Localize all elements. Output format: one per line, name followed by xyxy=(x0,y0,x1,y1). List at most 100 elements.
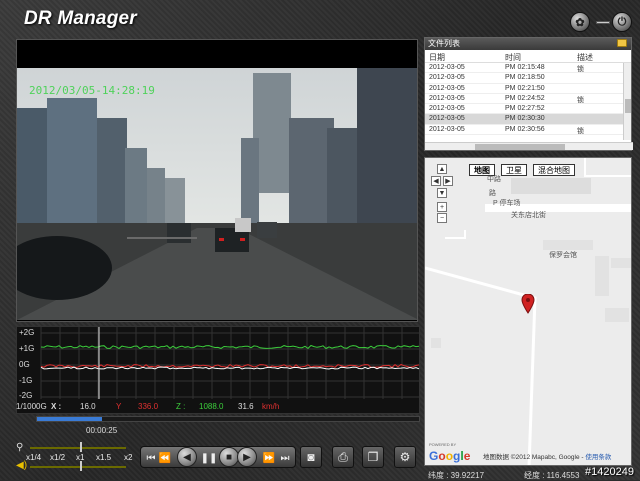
file-list-hscroll[interactable] xyxy=(425,142,633,150)
file-row[interactable]: 2012-03-05 PM 02:15:48 锁 xyxy=(425,63,631,74)
playback-timeline[interactable] xyxy=(36,416,420,422)
file-cell-time: PM 02:30:56 xyxy=(505,125,545,133)
file-cell-desc: 锁 xyxy=(577,127,584,135)
print-icon[interactable]: ⎙ xyxy=(332,446,354,468)
google-logo[interactable]: Google xyxy=(429,449,470,463)
video-frame xyxy=(17,68,417,320)
pan-right-icon[interactable]: ▶ xyxy=(443,176,453,186)
video-timestamp: 2012/03/05-14:28:19 xyxy=(29,84,155,97)
snapshot-camera-icon[interactable]: ◙ xyxy=(300,446,322,468)
file-cell-date: 2012-03-05 xyxy=(429,94,465,102)
file-cell-date: 2012-03-05 xyxy=(429,105,465,113)
settings-gear-icon[interactable]: ⚙ xyxy=(394,446,416,468)
gsensor-graph[interactable]: +2G +1G 0G -1G -2G xyxy=(16,326,421,414)
sensor-readout: 1/1000G X : 16.0 Y 336.0 Z : 1088.0 31.6… xyxy=(16,402,420,414)
speed-1x[interactable]: x1 xyxy=(76,453,84,462)
terms-link[interactable]: 使用条款 xyxy=(585,454,611,461)
map-type-tabs: 地图 卫星 混合地图 xyxy=(469,164,575,176)
file-cell-date: 2012-03-05 xyxy=(429,125,465,133)
y-value: 336.0 xyxy=(138,402,159,411)
zoom-in-icon[interactable]: + xyxy=(437,202,447,212)
column-date[interactable]: 日期 xyxy=(429,52,445,63)
graph-label-minus2g: -2G xyxy=(19,391,33,400)
z-label: Z : xyxy=(176,402,186,411)
map-road-label: 关东店北街 xyxy=(511,212,546,219)
file-cell-time: PM 02:21:50 xyxy=(505,84,545,92)
file-row[interactable]: 2012-03-05 PM 02:27:52 xyxy=(425,104,631,115)
graph-label-minus1g: -1G xyxy=(19,376,33,385)
bicycle-icon: ⚲ xyxy=(16,442,24,453)
app-window: DR Manager ✿ ⏻ 2012/03/05-14:28:19 +2G +… xyxy=(0,0,640,480)
power-icon[interactable]: ⏻ xyxy=(612,12,632,32)
file-row[interactable]: 2012-03-05 PM 02:24:52 锁 xyxy=(425,94,631,105)
app-title: DR Manager xyxy=(24,8,137,29)
transport-bar: ⏮ ⏪ ◀ ❚❚ ■ ▶ ⏩ ⏭ xyxy=(140,446,296,468)
map-panel[interactable]: 地图 卫星 混合地图 ▲ ◀ ▶ ▼ + − 中路 路 P 停车场 关东店北街 … xyxy=(424,157,632,466)
file-cell-time: PM 02:30:30 xyxy=(505,115,545,123)
column-desc[interactable]: 描述 xyxy=(577,52,593,63)
tab-satellite[interactable]: 卫星 xyxy=(501,164,527,176)
file-list-panel: 文件列表 日期 时间 描述 2012-03-05 PM 02:15:48 锁 2012… xyxy=(424,37,633,151)
location-pin-icon[interactable] xyxy=(521,294,535,314)
open-folder-icon[interactable] xyxy=(617,39,627,47)
speed-2x[interactable]: x2 xyxy=(124,453,132,462)
copyright-text: 地图数据 ©2012 Mapabc, Google - xyxy=(483,454,584,461)
map-road-label-v2: 路 xyxy=(489,190,496,197)
column-time[interactable]: 时间 xyxy=(505,52,521,63)
copy-icon[interactable]: ❐ xyxy=(362,446,384,468)
step-back-icon[interactable]: ◀ xyxy=(177,447,197,467)
skip-first-icon[interactable]: ⏮ xyxy=(145,450,157,466)
powered-by-label: POWERED BY xyxy=(429,442,457,447)
map-copyright: 地图数据 ©2012 Mapabc, Google - 使用条款 xyxy=(483,451,611,461)
file-row[interactable]: 2012-03-05 PM 02:30:30 xyxy=(425,114,631,125)
zoom-out-icon[interactable]: − xyxy=(437,213,447,223)
scale-label: 1/1000G xyxy=(16,402,47,411)
volume-slider[interactable] xyxy=(30,466,126,468)
file-list-header: 文件列表 xyxy=(425,38,631,50)
minimize-button[interactable] xyxy=(596,21,610,24)
file-cell-date: 2012-03-05 xyxy=(429,84,465,92)
z-value: 1088.0 xyxy=(199,402,224,411)
next-icon[interactable]: ⏩ xyxy=(263,450,275,466)
pause-icon[interactable]: ❚❚ xyxy=(201,450,218,466)
volume-slider-handle[interactable] xyxy=(80,461,82,471)
file-list-vscroll[interactable] xyxy=(623,63,631,140)
file-cell-date: 2012-03-05 xyxy=(429,64,465,71)
file-cell-time: PM 02:24:52 xyxy=(505,94,545,102)
file-cell-time: PM 02:18:50 xyxy=(505,74,545,82)
play-icon[interactable]: ▶ xyxy=(237,447,257,467)
video-player[interactable]: 2012/03/05-14:28:19 xyxy=(16,39,418,322)
y-label: Y xyxy=(116,402,122,411)
file-cell-time: PM 02:15:48 xyxy=(505,64,545,71)
graph-label-0g: 0G xyxy=(19,360,30,369)
settings-globe-icon[interactable]: ✿ xyxy=(570,12,590,32)
speed-quarter[interactable]: x1/4 xyxy=(26,453,41,462)
timeline-progress xyxy=(37,417,102,421)
latitude-readout: 纬度 : 39.92217 xyxy=(428,471,485,480)
x-value: 16.0 xyxy=(80,402,96,411)
file-row[interactable]: 2012-03-05 PM 02:18:50 xyxy=(425,73,631,84)
pan-up-icon[interactable]: ▲ xyxy=(437,164,447,174)
file-row[interactable]: 2012-03-05 PM 02:30:56 锁 xyxy=(425,125,631,136)
file-list-title: 文件列表 xyxy=(428,39,460,48)
stop-icon[interactable]: ■ xyxy=(219,447,239,467)
file-cell-date: 2012-03-05 xyxy=(429,74,465,82)
speed-slider-handle[interactable] xyxy=(80,442,82,452)
pan-down-icon[interactable]: ▼ xyxy=(437,188,447,198)
file-row[interactable]: 2012-03-05 PM 02:21:50 xyxy=(425,84,631,94)
longitude-readout: 经度 : 116.4553 xyxy=(524,471,580,480)
speed-half[interactable]: x1/2 xyxy=(50,453,65,462)
file-list-columns: 日期 时间 描述 xyxy=(425,50,631,63)
skip-last-icon[interactable]: ⏭ xyxy=(279,450,291,466)
watermark: #1420249 xyxy=(585,466,634,478)
tab-hybrid[interactable]: 混合地图 xyxy=(533,164,575,176)
pan-left-icon[interactable]: ◀ xyxy=(431,176,441,186)
map-parking-label: P 停车场 xyxy=(493,200,521,207)
speed-1-5x[interactable]: x1.5 xyxy=(96,453,111,462)
map-place-label: 保罗会馆 xyxy=(549,252,577,259)
timecode: 00:00:25 xyxy=(86,426,118,435)
prev-icon[interactable]: ⏪ xyxy=(159,450,171,466)
map-road-label-v: 中路 xyxy=(487,176,501,183)
speed-slider[interactable] xyxy=(30,447,126,449)
file-list-rows: 2012-03-05 PM 02:15:48 锁 2012-03-05 PM 02:18… xyxy=(425,63,631,136)
